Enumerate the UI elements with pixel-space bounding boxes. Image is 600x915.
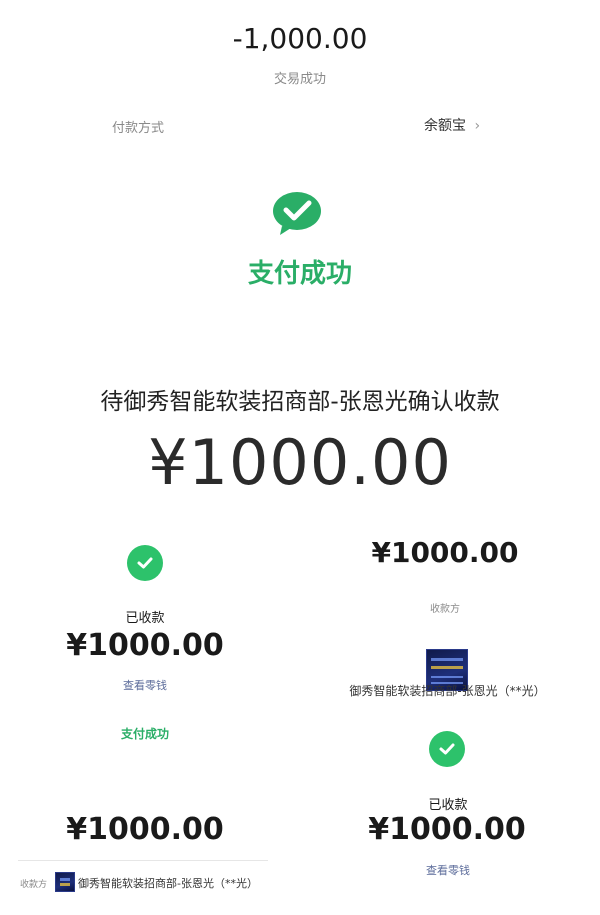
- right-received-amount: ¥1000.00: [368, 812, 526, 847]
- left-amount-bottom: ¥1000.00: [66, 812, 224, 847]
- left-payee-label: 收款方: [20, 880, 48, 890]
- confirm-amount: ¥1000.00: [148, 426, 452, 499]
- right-amount-top: ¥1000.00: [371, 536, 519, 569]
- confirm-title: 待御秀智能软装招商部-张恩光确认收款: [100, 389, 500, 415]
- right-view-change-link[interactable]: 查看零钱: [398, 862, 498, 878]
- payment-method-row[interactable]: 余额宝 ›: [424, 115, 480, 135]
- payment-method-value: 余额宝: [424, 118, 466, 134]
- payment-success-text: 支付成功: [247, 259, 352, 289]
- payment-method-label: 付款方式: [112, 121, 165, 136]
- check-icon: [429, 731, 465, 767]
- left-received-amount: ¥1000.00: [66, 628, 224, 663]
- chevron-right-icon: ›: [474, 118, 481, 134]
- left-payee-name: 御秀智能软装招商部-张恩光（**光）: [78, 877, 258, 890]
- wechat-pay-icon: [272, 190, 322, 240]
- left-pay-success: 支付成功: [120, 727, 169, 741]
- right-payee-name: 御秀智能软装招商部-张恩光（**光）: [349, 684, 546, 698]
- transaction-status: 交易成功: [273, 72, 326, 87]
- right-payee-label: 收款方: [430, 604, 460, 615]
- left-payee-thumb: [55, 872, 75, 892]
- check-icon: [127, 545, 163, 581]
- right-received-status: 已收款: [428, 798, 468, 813]
- left-divider: [18, 860, 268, 861]
- transaction-amount: -1,000.00: [232, 22, 368, 55]
- left-received-status: 已收款: [125, 611, 165, 626]
- left-view-change-link[interactable]: 查看零钱: [95, 677, 195, 693]
